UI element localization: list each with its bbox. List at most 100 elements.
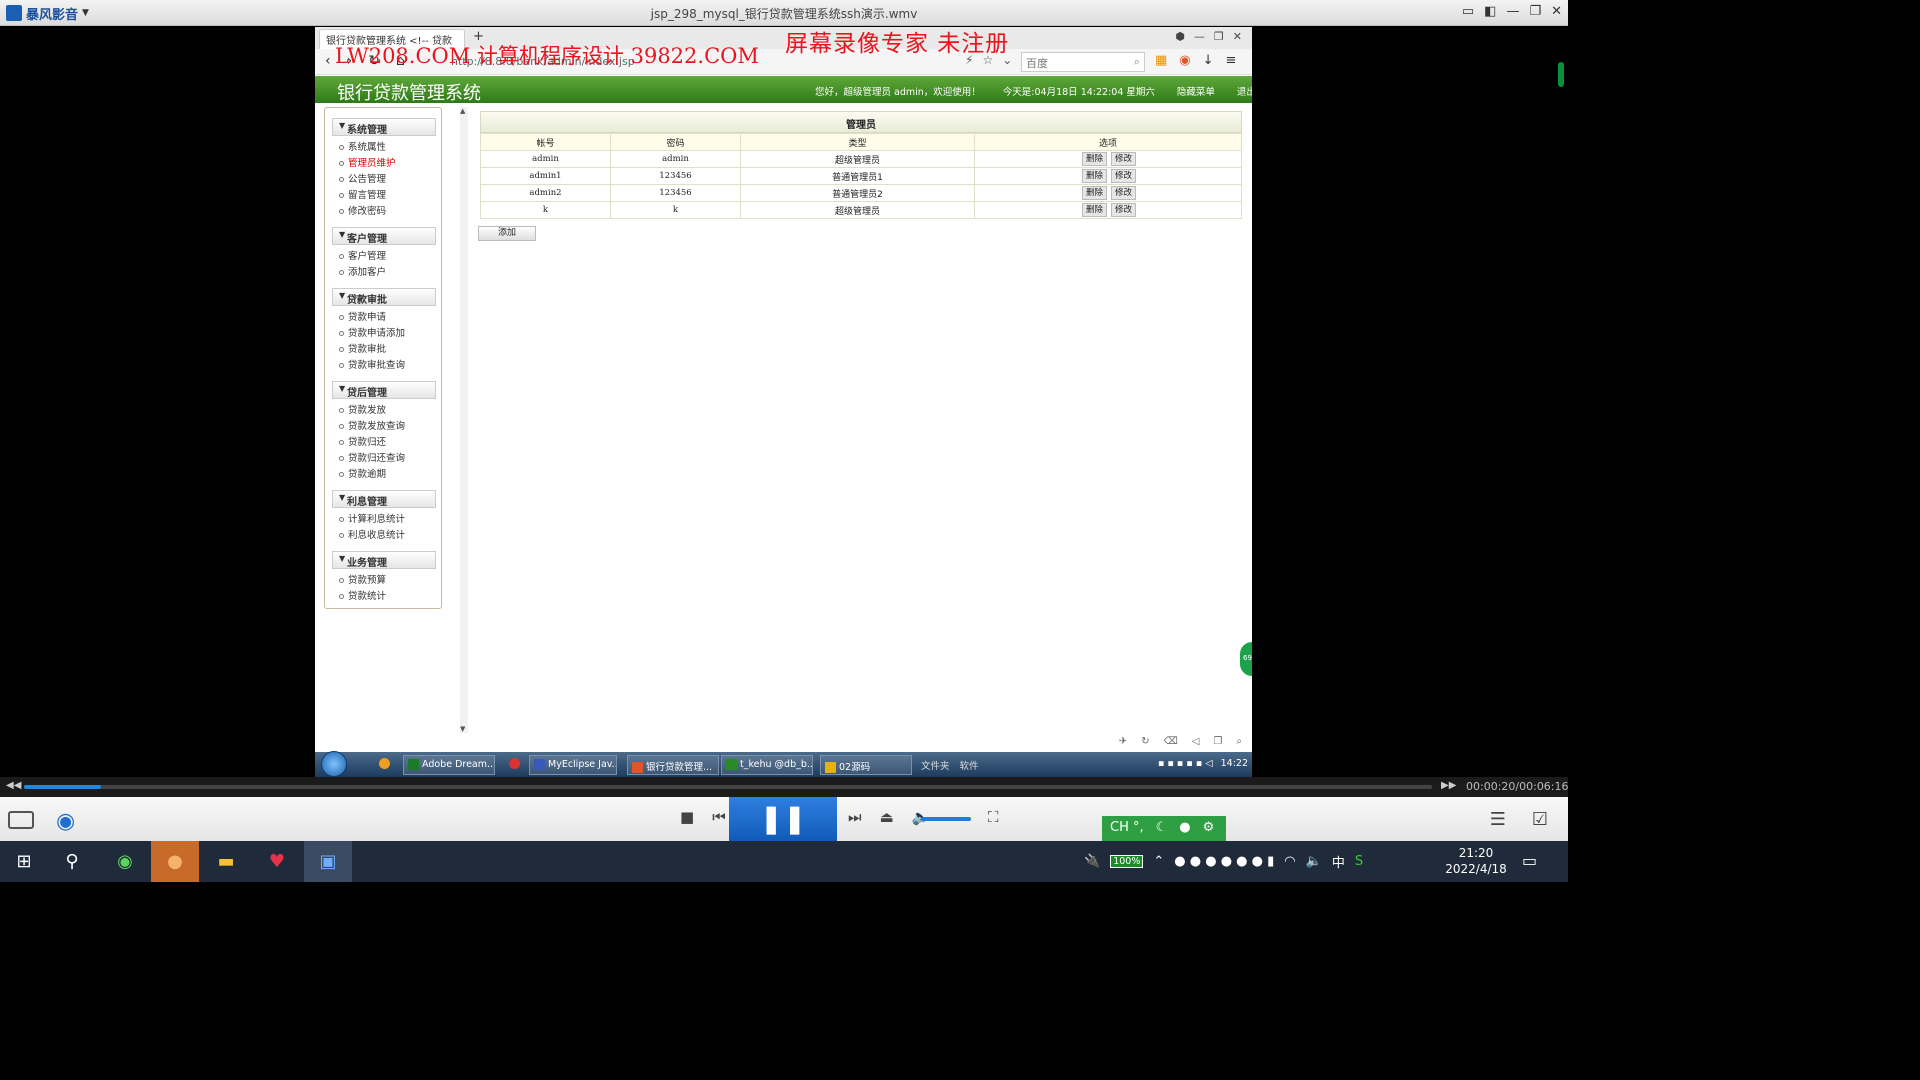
scroll-up-icon[interactable]: ▲: [460, 107, 465, 115]
chat-icon[interactable]: ▭: [1462, 4, 1474, 19]
sidebar-item[interactable]: 公告管理: [339, 171, 386, 185]
speaker-icon[interactable]: 🔈: [1306, 854, 1322, 869]
sidebar-group[interactable]: ▼ 利息管理: [332, 490, 436, 508]
playlist-scrollbar[interactable]: [1556, 27, 1566, 777]
tray-icons[interactable]: ▪ ▪ ▪ ▪ ▪ ◁: [1158, 758, 1213, 769]
sidebar-item[interactable]: 添加客户: [339, 264, 386, 278]
sidebar-item[interactable]: 贷款归还查询: [339, 450, 405, 464]
restore-icon[interactable]: ❐: [1214, 30, 1224, 43]
volume-slider[interactable]: [921, 817, 971, 821]
sidebar-item[interactable]: 修改密码: [339, 203, 386, 217]
search-icon[interactable]: ⚲: [48, 841, 96, 882]
win7-task-button[interactable]: 02源码: [820, 755, 912, 775]
win7-task-button[interactable]: t_kehu @db_b...: [721, 755, 813, 775]
sidebar-group[interactable]: ▼ 贷款审批: [332, 288, 436, 306]
edit-button[interactable]: 修改: [1111, 152, 1137, 166]
pinned-app-icon[interactable]: [505, 755, 523, 775]
video-player-taskbar-icon[interactable]: ▣: [304, 841, 352, 882]
sidebar-splitter[interactable]: ▲ ▼: [460, 107, 468, 733]
extension-icon[interactable]: ◉: [1179, 53, 1190, 68]
sidebar-item[interactable]: 贷款审批: [339, 341, 386, 355]
scroll-thumb[interactable]: [1558, 62, 1564, 87]
browser-app-icon[interactable]: ◉: [101, 841, 149, 882]
toolbox-icon[interactable]: [8, 811, 34, 829]
sidebar-item[interactable]: 贷款预算: [339, 572, 386, 586]
seek-bar[interactable]: [24, 785, 1432, 789]
tray-app-icons[interactable]: ● ● ● ● ● ● ▮: [1174, 854, 1274, 869]
sidebar-item[interactable]: 贷款统计: [339, 588, 386, 602]
win7-task-button[interactable]: Adobe Dream...: [403, 755, 495, 775]
sidebar-item[interactable]: 计算利息统计: [339, 511, 405, 525]
gear-icon[interactable]: ⚙: [1203, 820, 1215, 838]
pin-icon[interactable]: ✈: [1119, 736, 1127, 747]
stop-icon[interactable]: ■: [680, 808, 694, 826]
sidebar-item[interactable]: 贷款发放: [339, 402, 386, 416]
sidebar-group[interactable]: ▼ 业务管理: [332, 551, 436, 569]
fullscreen-icon[interactable]: ⛶: [988, 808, 999, 826]
chevron-up-icon[interactable]: ⌃: [1153, 854, 1164, 869]
file-explorer-icon[interactable]: ▬: [202, 841, 250, 882]
restore-icon[interactable]: ❐: [1529, 4, 1541, 19]
settings-icon[interactable]: ☑: [1532, 809, 1548, 830]
sidebar-group[interactable]: ▼ 系统管理: [332, 118, 436, 136]
delete-button[interactable]: 删除: [1082, 203, 1108, 217]
close-icon[interactable]: ✕: [1551, 4, 1562, 19]
close-icon[interactable]: ✕: [1233, 30, 1242, 43]
software-toolbar[interactable]: 软件: [960, 758, 979, 772]
rewind-icon[interactable]: ◀◀: [6, 780, 21, 791]
add-button[interactable]: 添加: [478, 226, 536, 241]
moon-icon[interactable]: ☾: [1156, 820, 1168, 838]
delete-button[interactable]: 删除: [1082, 169, 1108, 183]
logout-link[interactable]: 退出: [1237, 84, 1252, 98]
search-box[interactable]: 百度 ⌕: [1021, 52, 1145, 72]
sidebar-item[interactable]: 贷款审批查询: [339, 357, 405, 371]
next-icon[interactable]: ⏭: [848, 808, 862, 826]
start-orb-icon[interactable]: [321, 751, 347, 777]
sidebar-group[interactable]: ▼ 贷后管理: [332, 381, 436, 399]
ime-toolbar[interactable]: CH °, ☾ ● ⚙: [1102, 816, 1226, 842]
back-icon[interactable]: ‹: [325, 53, 331, 69]
edit-button[interactable]: 修改: [1111, 203, 1137, 217]
system-clock[interactable]: 21:20 2022/4/18: [1436, 845, 1516, 877]
delete-button[interactable]: 删除: [1082, 186, 1108, 200]
sidebar-item[interactable]: 贷款归还: [339, 434, 386, 448]
menu-icon[interactable]: ≡: [1226, 53, 1237, 68]
sound-icon[interactable]: ◁: [1192, 736, 1200, 747]
eye-icon[interactable]: ◉: [56, 809, 75, 834]
minimize-icon[interactable]: —: [1194, 30, 1205, 43]
battery-indicator[interactable]: 100%: [1110, 855, 1144, 868]
folder-toolbar[interactable]: 文件夹: [921, 758, 950, 772]
window-icon[interactable]: ❐: [1213, 736, 1222, 747]
app-orange-icon[interactable]: ●: [151, 841, 199, 882]
sidebar-item[interactable]: 贷款申请: [339, 309, 386, 323]
sidebar-item[interactable]: 留言管理: [339, 187, 386, 201]
app-red-icon[interactable]: ♥: [253, 841, 301, 882]
sidebar-item[interactable]: 管理员维护: [339, 155, 396, 169]
edit-button[interactable]: 修改: [1111, 186, 1137, 200]
wifi-icon[interactable]: ◠: [1284, 854, 1295, 869]
trash-icon[interactable]: ⌫: [1164, 736, 1178, 747]
floating-widget[interactable]: 69: [1240, 642, 1252, 676]
delete-button[interactable]: 删除: [1082, 152, 1108, 166]
skin-icon[interactable]: ◧: [1484, 4, 1496, 19]
sidebar-item[interactable]: 贷款发放查询: [339, 418, 405, 432]
playlist-icon[interactable]: ☰: [1490, 809, 1506, 830]
scroll-down-icon[interactable]: ▼: [460, 725, 465, 733]
hide-menu-link[interactable]: 隐藏菜单: [1177, 84, 1215, 98]
zoom-icon[interactable]: ⌕: [1236, 736, 1242, 747]
input-language[interactable]: 中: [1332, 852, 1345, 871]
sidebar-item[interactable]: 贷款申请添加: [339, 325, 405, 339]
eject-icon[interactable]: ⏏: [880, 808, 894, 826]
pinned-app-icon[interactable]: [375, 755, 393, 775]
fast-forward-icon[interactable]: ▶▶: [1441, 780, 1456, 791]
sidebar-item[interactable]: 系统属性: [339, 139, 386, 153]
pause-button[interactable]: ❚❚: [729, 797, 837, 841]
pin-icon[interactable]: ⬢: [1175, 30, 1185, 43]
sidebar-item[interactable]: 利息收息统计: [339, 527, 405, 541]
power-icon[interactable]: 🔌: [1084, 854, 1100, 869]
previous-icon[interactable]: ⏮: [712, 808, 726, 826]
win7-task-button[interactable]: MyEclipse Jav...: [529, 755, 617, 775]
notification-icon[interactable]: ▭: [1522, 851, 1537, 870]
win7-task-button[interactable]: 银行贷款管理...: [627, 755, 719, 775]
sidebar-item[interactable]: 客户管理: [339, 248, 386, 262]
